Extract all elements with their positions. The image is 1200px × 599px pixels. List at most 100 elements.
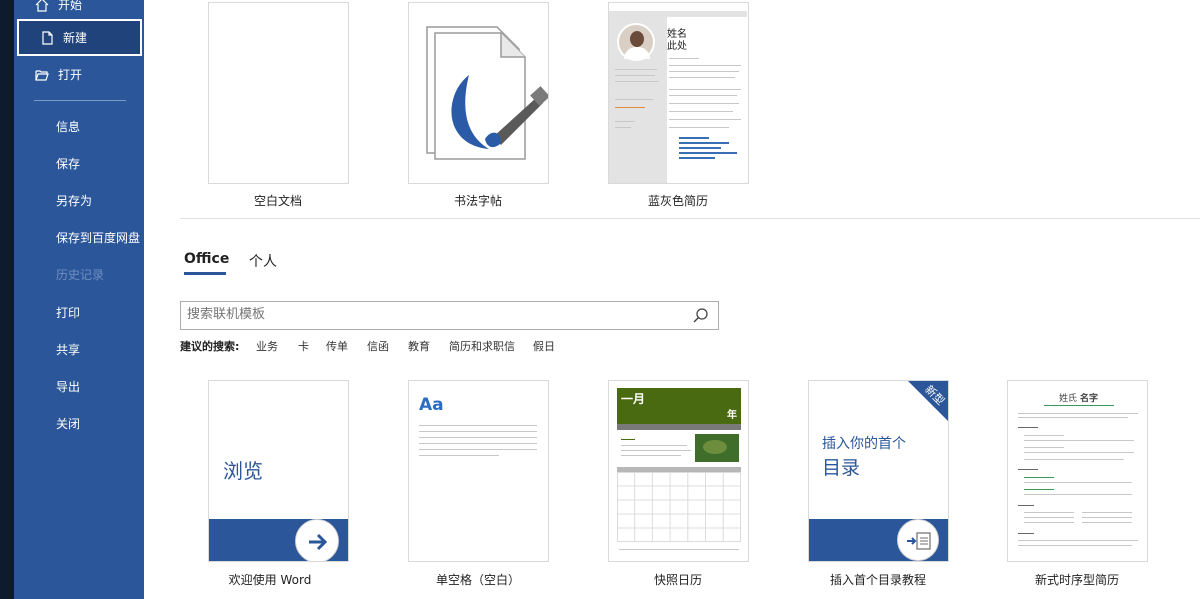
sidebar-divider <box>34 100 126 101</box>
sidebar-item-open[interactable]: 打开 <box>14 56 144 93</box>
resume-line <box>669 58 699 59</box>
backstage-sidebar: 开始 新建 打开 信息 保存 另存为 保存到百度网盘 历史记录 打印 共享 导出… <box>0 0 144 599</box>
preview-line <box>1024 477 1054 478</box>
sidebar-item-share[interactable]: 共享 <box>14 331 144 368</box>
calendar-photo-detail <box>703 440 727 454</box>
preview-line <box>1024 482 1132 483</box>
template-toc-tutorial[interactable]: 新型 插入你的首个 目录 <box>808 380 949 562</box>
sidebar-item-label: 打开 <box>58 68 83 82</box>
template-welcome-to-word[interactable]: 浏览 <box>208 380 349 562</box>
resume-name-line1: 姓名 <box>667 29 687 40</box>
tab-office[interactable]: Office <box>184 251 229 267</box>
template-blank-document[interactable] <box>208 2 349 184</box>
calendar-grid <box>617 472 741 542</box>
suggestion-link[interactable]: 传单 <box>326 338 348 354</box>
resume-line <box>669 77 735 78</box>
template-label: 空白文档 <box>253 194 302 208</box>
resume-top-band <box>667 11 747 17</box>
preview-line <box>1018 417 1128 418</box>
preview-line <box>1018 413 1138 414</box>
preview-line <box>621 445 687 446</box>
sidebar-item-save[interactable]: 保存 <box>14 145 144 182</box>
sidebar-item-close[interactable]: 关闭 <box>14 405 144 442</box>
resume-line <box>669 119 741 120</box>
suggestion-link[interactable]: 假日 <box>533 338 555 354</box>
skill-bar <box>679 147 721 149</box>
preview-line <box>1018 533 1034 534</box>
avatar <box>617 23 655 61</box>
resume-line <box>669 127 729 128</box>
suggested-searches-label: 建议的搜索: <box>180 340 240 353</box>
home-icon <box>34 0 50 13</box>
preview-aa-text: Aa <box>419 395 444 415</box>
preview-line <box>1024 452 1134 453</box>
sidebar-item-new[interactable]: 新建 <box>17 19 142 56</box>
toc-document-icon <box>897 519 939 561</box>
calendar-month: 一月 <box>621 392 646 406</box>
calendar-subheader <box>617 424 741 430</box>
suggestion-link[interactable]: 业务 <box>256 338 278 354</box>
section-divider <box>180 218 1200 219</box>
suggestion-link[interactable]: 信函 <box>367 338 389 354</box>
template-label: 单空格（空白） <box>435 573 520 587</box>
preview-line <box>1018 469 1038 470</box>
resume-line <box>669 103 739 104</box>
sidebar-item-save-as[interactable]: 另存为 <box>14 182 144 219</box>
resume-line <box>615 107 645 108</box>
preview-line <box>1018 545 1132 546</box>
sidebar-item-label: 关闭 <box>56 417 81 431</box>
sidebar-item-label: 导出 <box>56 380 81 394</box>
preview-line <box>419 437 537 438</box>
preview-line <box>419 443 537 444</box>
template-label: 插入首个目录教程 <box>829 573 926 587</box>
sidebar-item-label: 保存 <box>56 157 81 171</box>
resume-line <box>669 71 739 72</box>
template-single-spaced[interactable]: Aa <box>408 380 549 562</box>
suggestion-link[interactable]: 简历和求职信 <box>449 338 515 354</box>
word-new-document-backstage: 开始 新建 打开 信息 保存 另存为 保存到百度网盘 历史记录 打印 共享 导出… <box>0 0 1200 599</box>
template-blue-gray-resume[interactable]: 姓名 此处 <box>608 2 749 184</box>
template-calligraphy[interactable] <box>408 2 549 184</box>
preview-line <box>1024 512 1074 513</box>
search-icon[interactable] <box>692 307 710 325</box>
template-snapshot-calendar[interactable]: 一月 年 <box>608 380 749 562</box>
sidebar-item-export[interactable]: 导出 <box>14 368 144 405</box>
skill-bar <box>679 152 737 154</box>
new-document-icon <box>39 30 55 46</box>
preview-line <box>1024 447 1064 448</box>
template-label: 蓝灰色简历 <box>647 194 708 208</box>
search-input[interactable] <box>187 307 687 322</box>
template-search-box[interactable] <box>180 301 719 330</box>
preview-line <box>419 449 537 450</box>
template-modern-chronological-resume[interactable]: 姓氏 名字 <box>1007 380 1148 562</box>
sidebar-item-save-to-baidu[interactable]: 保存到百度网盘 <box>14 219 144 256</box>
sidebar-item-info[interactable]: 信息 <box>14 108 144 145</box>
preview-line <box>1082 512 1132 513</box>
preview-line <box>1024 517 1074 518</box>
preview-line <box>1024 440 1134 441</box>
resume-line <box>615 81 659 82</box>
resume-surname: 姓氏 <box>1059 394 1078 404</box>
preview-line <box>621 450 691 451</box>
skill-bar <box>679 142 729 144</box>
preview-line <box>1018 540 1138 541</box>
sidebar-item-label: 共享 <box>56 343 81 357</box>
tab-personal[interactable]: 个人 <box>249 251 277 271</box>
suggestion-link[interactable]: 卡 <box>298 338 309 354</box>
suggestion-link[interactable]: 教育 <box>408 338 430 354</box>
sidebar-item-label: 信息 <box>56 120 81 134</box>
preview-line <box>1018 505 1034 506</box>
preview-line <box>419 425 537 426</box>
preview-line <box>1024 494 1132 495</box>
preview-line <box>1024 489 1054 490</box>
resume-line <box>669 111 733 112</box>
resume-line <box>669 95 737 96</box>
resume-line <box>615 75 655 76</box>
calendar-year: 年 <box>727 410 737 421</box>
sidebar-item-label: 历史记录 <box>56 268 105 282</box>
resume-line <box>669 65 741 66</box>
tab-active-indicator <box>184 272 226 275</box>
resume-line <box>669 89 741 90</box>
sidebar-item-label: 新建 <box>63 31 88 45</box>
sidebar-item-print[interactable]: 打印 <box>14 294 144 331</box>
